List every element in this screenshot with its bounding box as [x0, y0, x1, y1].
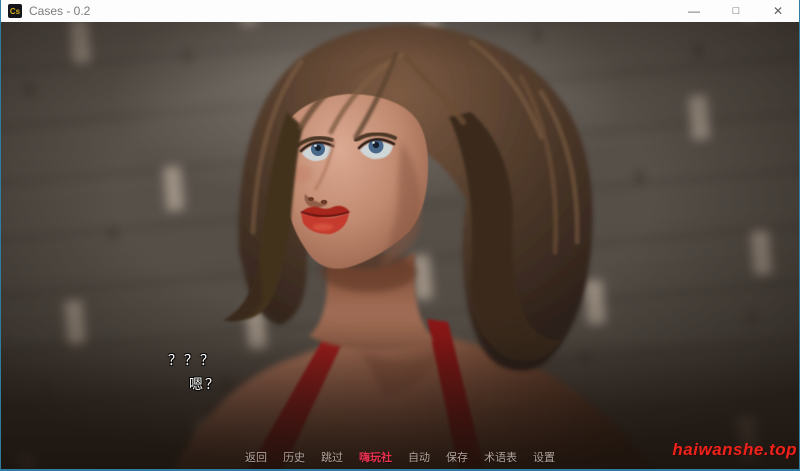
minimize-button[interactable]: —: [673, 0, 715, 22]
menu-item-settings[interactable]: 设置: [533, 449, 555, 465]
menu-item-history[interactable]: 历史: [283, 449, 305, 465]
app-window: Cs Cases - 0.2 — □ ✕ ？？？ 嗯？ 返回 历史 跳过 嗨玩社…: [0, 0, 800, 471]
app-icon-label: Cs: [9, 6, 21, 16]
game-viewport[interactable]: ？？？ 嗯？ 返回 历史 跳过 嗨玩社 自动 保存 术语表 设置 haiwans…: [1, 22, 799, 469]
menu-item-auto[interactable]: 自动: [408, 449, 430, 465]
app-icon: Cs: [8, 4, 22, 18]
title-bar: Cs Cases - 0.2 — □ ✕: [1, 0, 799, 22]
vignette-overlay: [1, 22, 799, 469]
dialogue-text: 嗯？: [189, 376, 221, 392]
menu-item-back[interactable]: 返回: [245, 449, 267, 465]
watermark-text: haiwanshe.top: [672, 440, 797, 459]
menu-item-glossary[interactable]: 术语表: [484, 449, 517, 465]
maximize-button[interactable]: □: [715, 0, 757, 22]
close-icon: ✕: [772, 4, 784, 18]
window-title: Cases - 0.2: [29, 4, 91, 18]
speaker-name: ？？？: [168, 352, 216, 368]
window-controls: — □ ✕: [673, 0, 799, 22]
close-button[interactable]: ✕: [757, 0, 799, 22]
menu-item-save[interactable]: 保存: [446, 449, 468, 465]
maximize-icon: □: [732, 5, 740, 17]
menu-item-skip[interactable]: 跳过: [321, 449, 343, 465]
minimize-icon: —: [688, 4, 700, 18]
menu-item-haiwanshe[interactable]: 嗨玩社: [359, 449, 392, 465]
